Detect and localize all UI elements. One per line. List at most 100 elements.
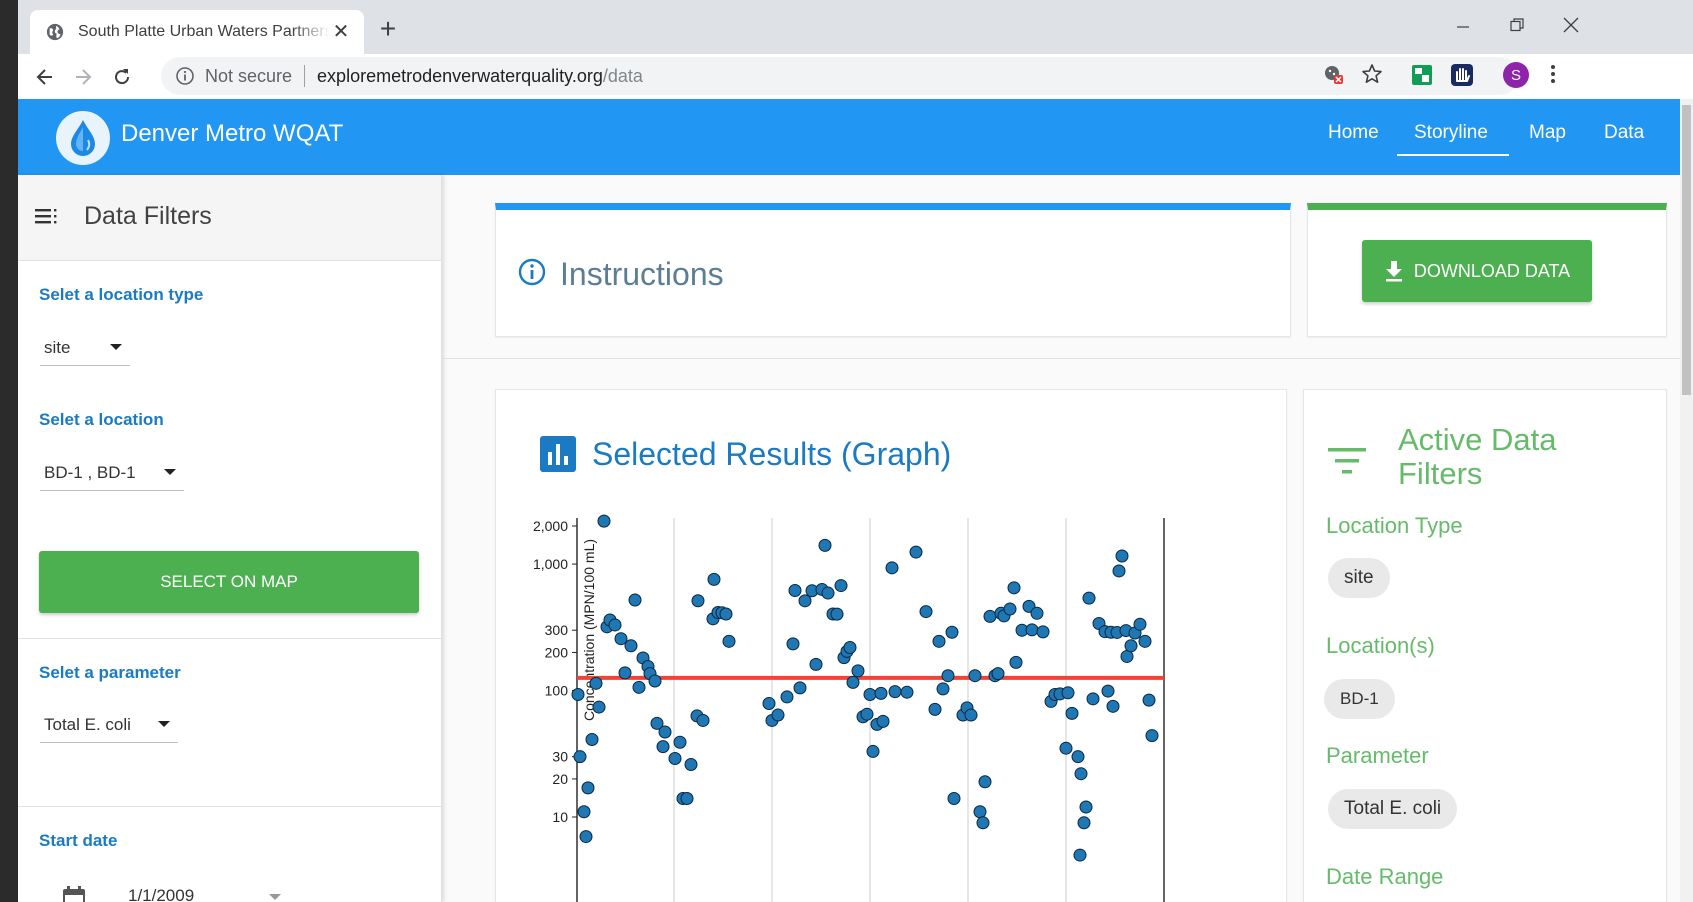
data-point <box>1086 692 1100 706</box>
data-point <box>1059 741 1073 755</box>
data-point <box>762 696 776 710</box>
location-value: BD-1 , BD-1 <box>44 462 136 482</box>
data-point <box>581 781 595 795</box>
data-point <box>1124 639 1138 653</box>
location-type-label: Selet a location type <box>39 285 204 304</box>
data-point <box>1101 684 1115 698</box>
nav-map[interactable]: Map <box>1529 122 1566 144</box>
bookmark-star-icon[interactable] <box>1361 63 1383 85</box>
profile-avatar[interactable]: S <box>1503 62 1529 88</box>
menu-list-icon[interactable] <box>35 207 59 225</box>
sidebar-title: Data Filters <box>84 202 212 230</box>
reload-icon[interactable] <box>105 60 139 94</box>
data-point <box>973 805 987 819</box>
y-tick-label: 100 <box>545 683 569 699</box>
hand-extension-icon[interactable] <box>1450 63 1474 87</box>
web-page: Denver Metro WQAT Home Storyline Map Dat… <box>18 99 1693 902</box>
sheets-extension-icon[interactable] <box>1410 63 1434 87</box>
data-point <box>656 740 670 754</box>
data-point <box>846 675 860 689</box>
location-type-select[interactable]: site <box>40 330 130 366</box>
sidebar-divider <box>18 638 441 639</box>
blocked-cookie-icon[interactable] <box>1322 63 1344 85</box>
minimize-icon[interactable] <box>1443 10 1483 40</box>
download-data-button[interactable]: DOWNLOAD DATA <box>1362 240 1592 302</box>
start-date-label: Start date <box>39 831 118 850</box>
kebab-menu-icon[interactable] <box>1542 63 1564 85</box>
nav-storyline[interactable]: Storyline <box>1414 122 1488 144</box>
filter-parameter-label: Parameter <box>1326 743 1429 768</box>
data-point <box>648 674 662 688</box>
parameter-select[interactable]: Total E. coli <box>40 707 178 743</box>
forward-arrow-icon[interactable] <box>66 60 100 94</box>
data-point <box>585 733 599 747</box>
app-brand[interactable]: Denver Metro WQAT <box>121 120 343 148</box>
restore-icon[interactable] <box>1497 10 1537 40</box>
parameter-value: Total E. coli <box>44 714 131 734</box>
location-label: Selet a location <box>39 410 164 429</box>
data-point <box>673 735 687 749</box>
instructions-card[interactable]: Instructions <box>495 203 1291 337</box>
data-point <box>821 586 835 600</box>
data-point <box>968 669 982 683</box>
water-drop-logo[interactable] <box>56 111 110 165</box>
browser-tab[interactable]: South Platte Urban Waters Partnership ✕ <box>30 10 364 54</box>
dropdown-caret-icon <box>110 344 122 350</box>
data-point <box>991 667 1005 681</box>
data-point <box>1003 602 1017 616</box>
filter-chip-parameter[interactable]: Total E. coli <box>1328 789 1458 829</box>
info-circle-icon <box>518 258 546 286</box>
y-tick-label: 10 <box>552 809 568 825</box>
data-point <box>1030 606 1044 620</box>
data-point <box>1133 617 1147 631</box>
window-close-icon[interactable] <box>1551 10 1591 40</box>
data-point <box>978 775 992 789</box>
results-scatter-chart[interactable]: 1020301002003001,0002,000Concentration (… <box>496 390 1288 902</box>
tab-title: South Platte Urban Waters Partnership <box>78 23 330 40</box>
data-point <box>1007 581 1021 595</box>
sidebar-header: Data Filters <box>18 175 441 261</box>
browser-chrome: South Platte Urban Waters Partnership ✕ … <box>18 0 1693 99</box>
location-select[interactable]: BD-1 , BD-1 <box>40 455 184 491</box>
nav-home[interactable]: Home <box>1328 122 1379 144</box>
data-point <box>928 702 942 716</box>
data-point <box>1120 649 1134 663</box>
data-point <box>919 605 933 619</box>
data-point <box>786 637 800 651</box>
data-point <box>843 640 857 654</box>
back-arrow-icon[interactable] <box>28 60 62 94</box>
data-point <box>719 607 733 621</box>
y-tick-label: 300 <box>545 622 569 638</box>
data-point <box>577 805 591 819</box>
start-date-input[interactable]: 1/1/2009 <box>128 886 194 902</box>
tab-close-icon[interactable]: ✕ <box>330 21 352 43</box>
filter-locations-label: Location(s) <box>1326 633 1435 658</box>
filter-chip-location-type[interactable]: site <box>1328 558 1390 598</box>
data-point <box>932 634 946 648</box>
info-circle-icon[interactable] <box>175 66 195 86</box>
select-on-map-button[interactable]: SELECT ON MAP <box>39 551 419 613</box>
y-tick-label: 1,000 <box>533 556 568 572</box>
data-point <box>798 594 812 608</box>
data-point <box>1073 848 1087 862</box>
sidebar-divider <box>18 806 441 807</box>
address-bar[interactable]: Not secure exploremetrodenverwaterqualit… <box>161 57 1519 95</box>
data-point <box>571 688 585 702</box>
data-point <box>851 664 865 678</box>
data-point <box>1065 706 1079 720</box>
filter-date-range-label: Date Range <box>1326 864 1444 889</box>
data-point <box>1036 625 1050 639</box>
page-scrollbar[interactable] <box>1680 99 1693 902</box>
data-point <box>668 752 682 766</box>
data-point <box>1074 767 1088 781</box>
parameter-label: Selet a parameter <box>39 663 181 682</box>
data-point <box>1112 564 1126 578</box>
new-tab-plus-icon[interactable]: + <box>372 14 404 46</box>
filter-chip-location[interactable]: BD-1 <box>1324 679 1395 719</box>
graph-card: Selected Results (Graph) 10 20 30 100 200 300… <box>495 389 1287 902</box>
dropdown-caret-icon <box>269 894 281 900</box>
data-point <box>1079 800 1093 814</box>
nav-data[interactable]: Data <box>1604 122 1644 144</box>
calendar-icon[interactable] <box>61 885 87 902</box>
scrollbar-thumb[interactable] <box>1682 105 1691 395</box>
